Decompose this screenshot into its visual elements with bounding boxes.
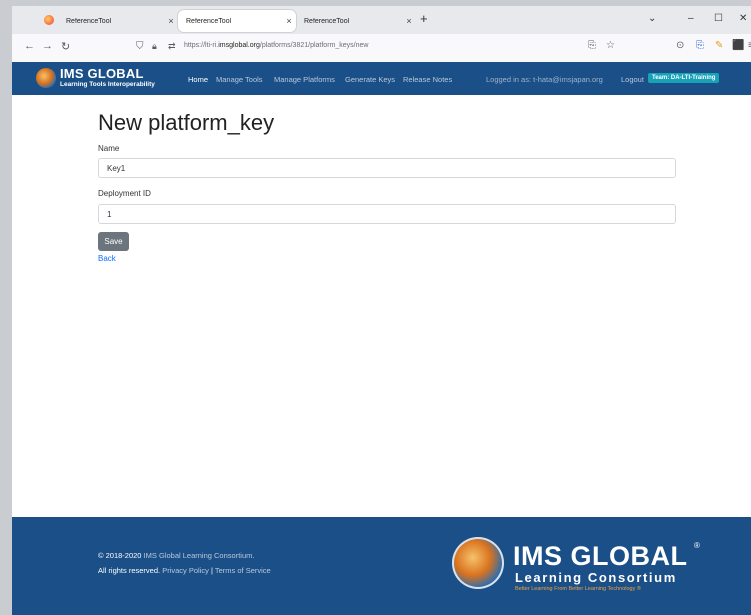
minimize-icon[interactable]: –: [688, 13, 694, 24]
firefox-menu-icon[interactable]: [44, 15, 54, 25]
copyright-org-link[interactable]: IMS Global Learning Consortium.: [144, 551, 255, 560]
tab-3[interactable]: ReferenceTool ×: [296, 10, 416, 32]
footer-logo-registered: ®: [694, 541, 700, 550]
nav-manage-platforms[interactable]: Manage Platforms: [274, 75, 335, 84]
footer-copyright: © 2018-2020 IMS Global Learning Consorti…: [98, 551, 254, 560]
footer-logo-subtitle: Learning Consortium: [515, 570, 677, 585]
maximize-icon[interactable]: ☐: [714, 13, 723, 24]
deployment-id-input[interactable]: [98, 204, 676, 224]
copyright-prefix: © 2018-2020: [98, 551, 144, 560]
header-logo-title[interactable]: IMS GLOBAL: [60, 66, 144, 81]
back-link[interactable]: Back: [98, 254, 116, 263]
nav-manage-tools[interactable]: Manage Tools: [216, 75, 263, 84]
terms-of-service-link[interactable]: Terms of Service: [215, 566, 271, 575]
tab-2-label: ReferenceTool: [186, 17, 232, 25]
extensions-puzzle-icon[interactable]: ⬛: [732, 40, 744, 51]
url-prefix: https://lti-ri.: [184, 42, 219, 49]
footer-rights: All rights reserved. Privacy Policy | Te…: [98, 566, 271, 575]
tab-1[interactable]: ReferenceTool ×: [58, 10, 178, 32]
tab-1-label: ReferenceTool: [66, 17, 112, 25]
back-arrow-icon[interactable]: ←: [24, 40, 35, 52]
name-input[interactable]: [98, 158, 676, 178]
broom-extension-icon[interactable]: ✎: [715, 40, 723, 51]
rights-text: All rights reserved.: [98, 566, 163, 575]
navigation-toolbar: ← → ↻ ⛉ 🔒︎ ⇄ https://lti-ri.imsglobal.or…: [12, 34, 751, 63]
footer-globe-logo-icon[interactable]: [452, 537, 504, 589]
url-bar[interactable]: https://lti-ri.imsglobal.org/platforms/3…: [184, 42, 368, 49]
lock-icon[interactable]: 🔒︎: [152, 41, 157, 52]
bookmark-star-icon[interactable]: ☆: [606, 40, 615, 51]
logout-link[interactable]: Logout: [621, 75, 644, 84]
new-tab-button[interactable]: +: [420, 11, 428, 26]
tab-strip: ReferenceTool × ReferenceTool × Referenc…: [12, 6, 751, 34]
tab-2[interactable]: ReferenceTool ×: [178, 10, 296, 32]
nav-generate-keys[interactable]: Generate Keys: [345, 75, 395, 84]
permissions-icon[interactable]: ⇄: [168, 41, 176, 52]
translate-extension-icon[interactable]: ⎘: [696, 40, 704, 51]
tab-2-close-icon[interactable]: ×: [282, 16, 296, 26]
url-domain: imsglobal.org: [218, 42, 260, 49]
close-window-icon[interactable]: ✕: [739, 13, 747, 24]
header-logo-subtitle: Learning Tools Interoperability: [60, 81, 155, 88]
nav-release-notes[interactable]: Release Notes: [403, 75, 452, 84]
page-title: New platform_key: [98, 110, 275, 135]
deployment-id-label: Deployment ID: [98, 189, 151, 198]
team-badge[interactable]: Team: DA-LTI-Training: [648, 73, 720, 83]
tab-3-close-icon[interactable]: ×: [402, 16, 416, 26]
footer-logo-tagline: Better Learning From Better Learning Tec…: [515, 586, 641, 592]
name-label: Name: [98, 144, 120, 153]
logged-in-status: Logged in as: t-hata@imsjapan.org: [486, 75, 603, 84]
site-header: IMS GLOBAL Learning Tools Interoperabili…: [12, 62, 751, 95]
shield-icon[interactable]: ⛉: [136, 41, 144, 52]
save-button[interactable]: Save: [98, 232, 129, 251]
browser-window: ReferenceTool × ReferenceTool × Referenc…: [12, 6, 751, 615]
url-path: /platforms/3821/platform_keys/new: [259, 42, 369, 49]
forward-arrow-icon[interactable]: →: [42, 40, 53, 52]
ims-globe-logo-icon[interactable]: [36, 68, 56, 88]
privacy-policy-link[interactable]: Privacy Policy: [162, 566, 209, 575]
pocket-icon[interactable]: ⊙: [676, 40, 684, 51]
reload-icon[interactable]: ↻: [61, 40, 70, 53]
tab-3-label: ReferenceTool: [304, 17, 350, 25]
footer-logo-title[interactable]: IMS GLOBAL: [513, 541, 688, 572]
tab-1-close-icon[interactable]: ×: [164, 16, 178, 26]
list-tabs-chevron-icon[interactable]: ⌄: [648, 13, 656, 24]
translate-icon[interactable]: ⎘: [588, 40, 596, 51]
nav-home[interactable]: Home: [188, 75, 208, 84]
